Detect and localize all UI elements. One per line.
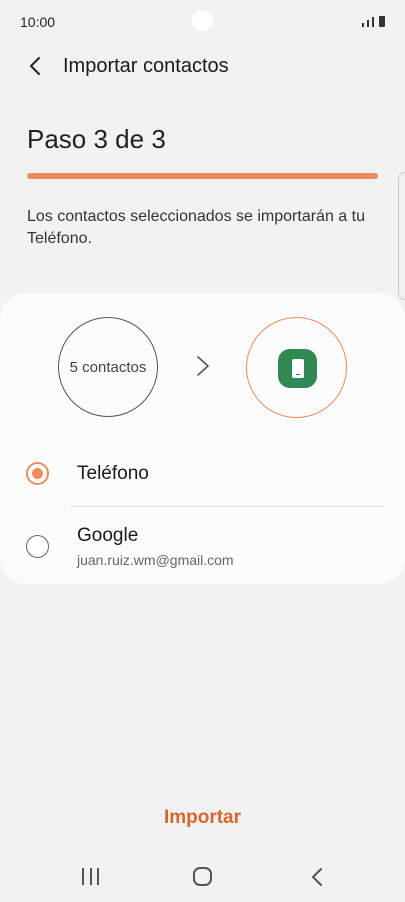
option-label: Google [77,525,139,546]
source-circle: 5 contactos [58,317,158,417]
account-email: juan.ruiz.wm@gmail.com [77,552,234,568]
home-button[interactable] [193,867,212,886]
system-icons [362,15,385,27]
divider [70,506,385,507]
destination-circle [246,317,347,418]
page-title: Importar contactos [63,55,229,77]
radio-google[interactable] [26,535,49,558]
recent-apps-icon [97,868,99,885]
progress-bar [27,173,378,179]
nav-back-button[interactable] [308,866,326,888]
phone-badge [278,349,317,388]
option-label: Teléfono [77,463,149,484]
recent-apps-icon [82,868,84,885]
signal-icon [362,23,364,27]
chevron-right-icon [197,356,209,376]
recent-apps-icon [89,868,92,885]
destination-card: 5 contactos Teléfono Google juan.ruiz.wm… [0,293,405,584]
radio-telefono[interactable] [26,462,49,485]
signal-icon [372,17,374,27]
step-title: Paso 3 de 3 [27,124,166,154]
edge-panel-handle[interactable] [398,172,405,300]
recent-apps-button[interactable] [82,868,99,885]
description-text: Los contactos seleccionados se importará… [27,208,365,247]
back-button[interactable] [22,52,50,80]
battery-icon [379,16,385,27]
status-time: 10:00 [20,14,56,30]
camera-cutout [192,10,213,31]
chevron-left-icon [30,57,40,75]
signal-icon [367,20,369,27]
status-bar: 10:00 [0,0,405,44]
phone-icon [292,359,304,378]
source-label: 5 contactos [69,358,147,376]
import-button[interactable]: Importar [120,800,285,836]
navigation-bar [0,852,405,902]
app-header: Importar contactos [0,46,405,86]
